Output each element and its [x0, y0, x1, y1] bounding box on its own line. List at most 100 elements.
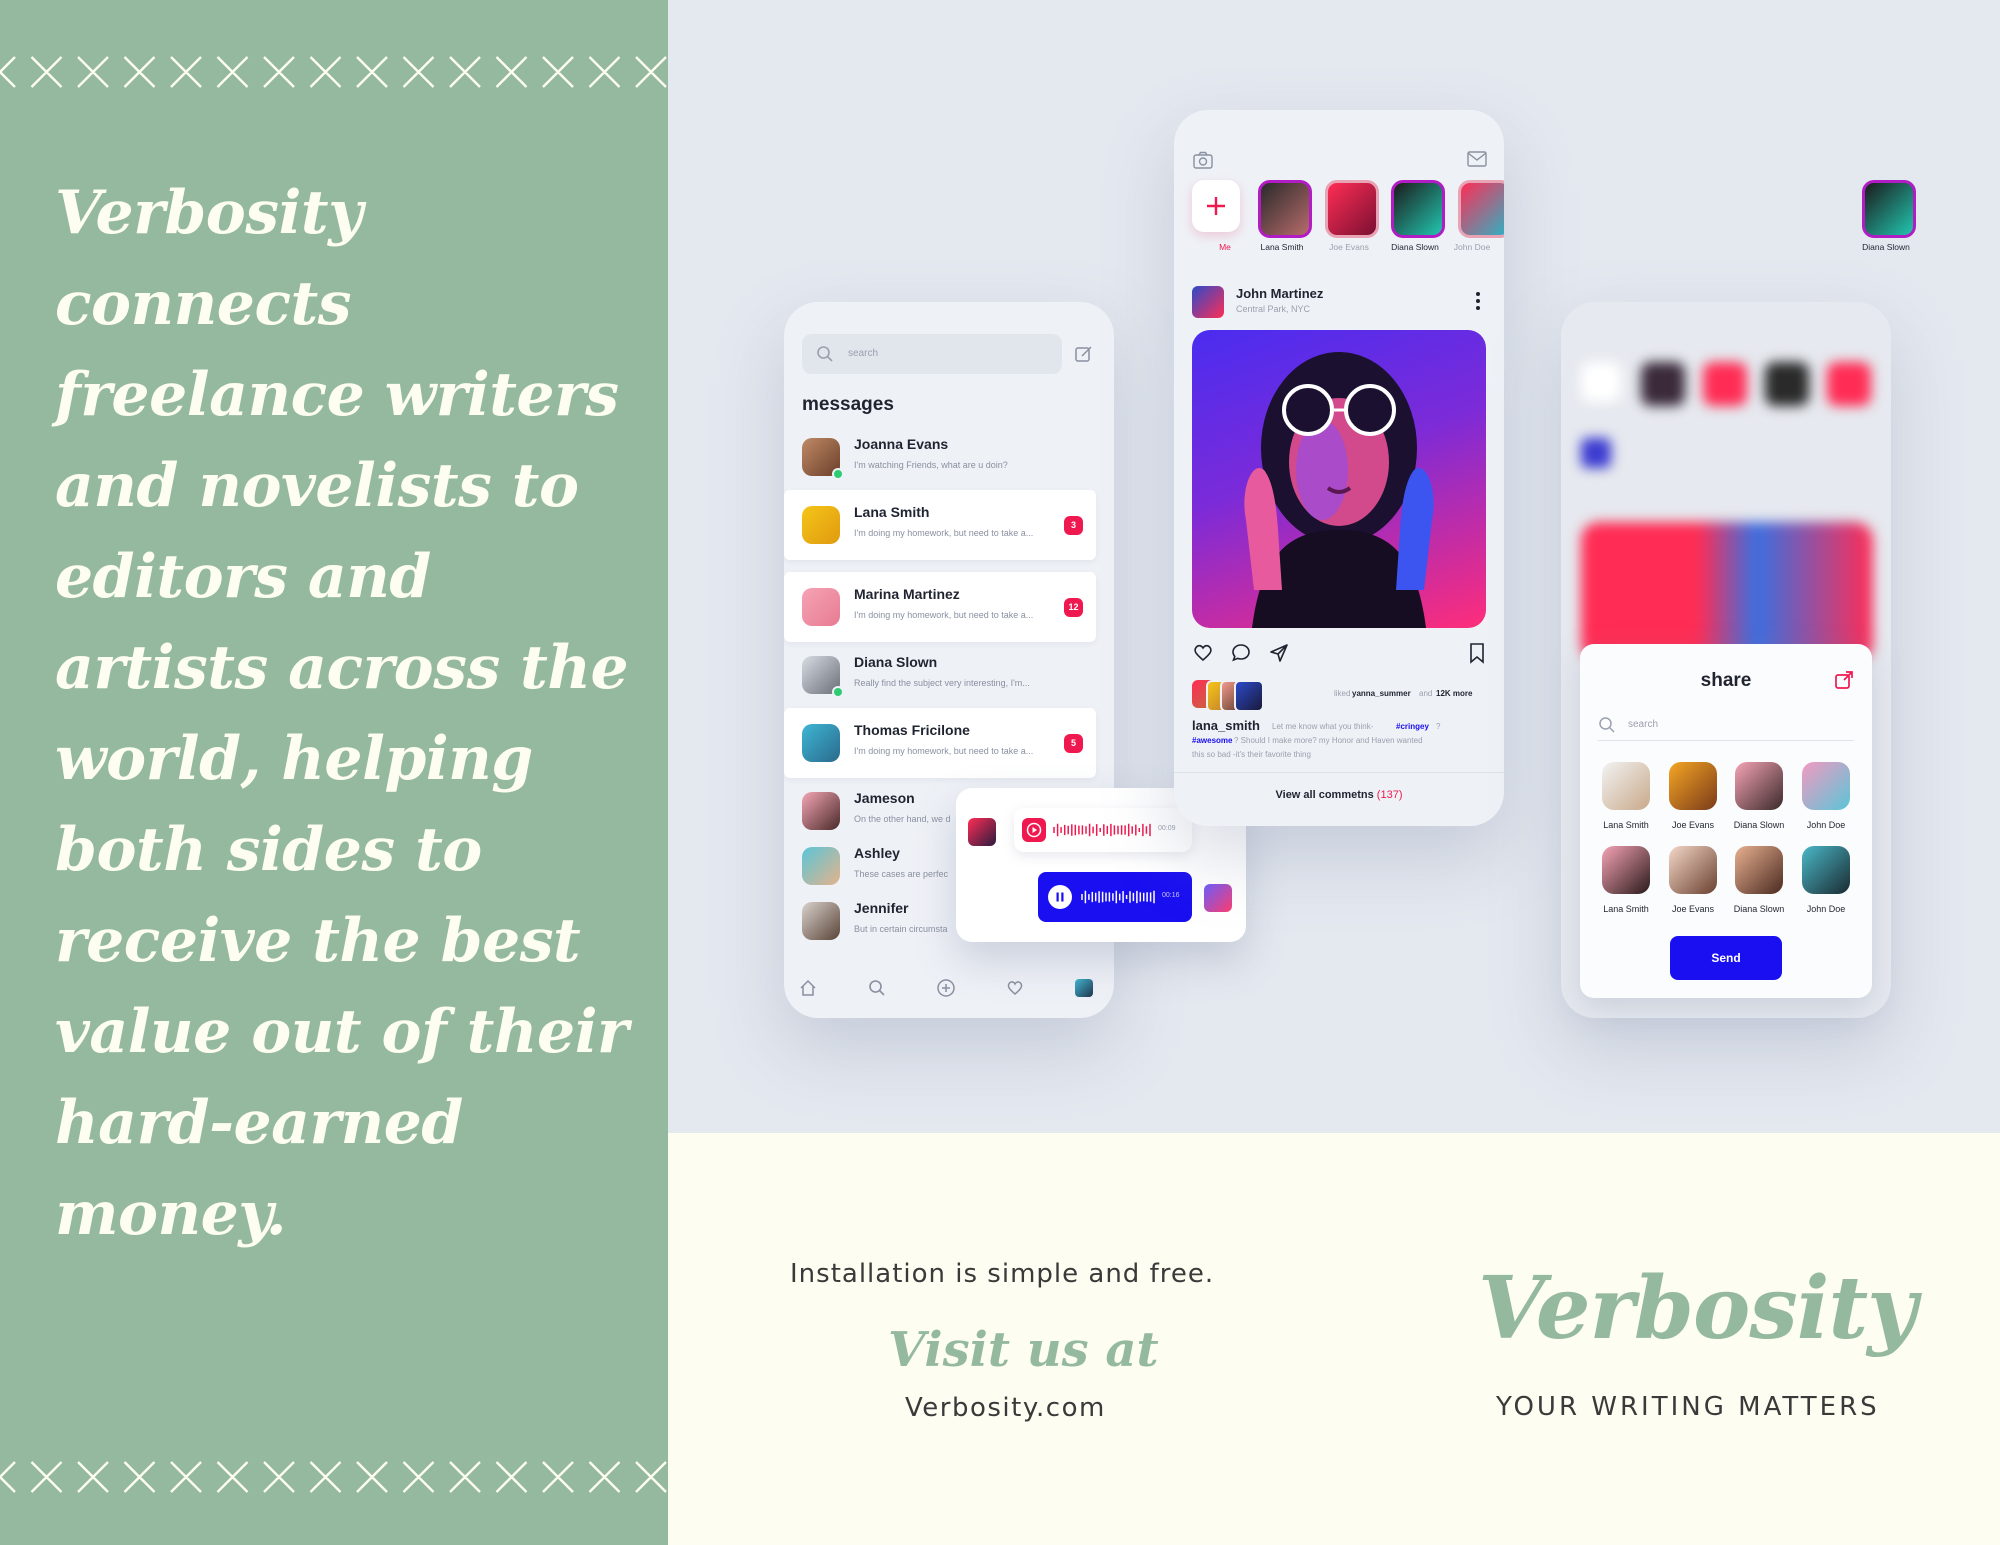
- view-comments-label: View all commetns: [1275, 789, 1374, 801]
- liked-prefix: liked: [1334, 689, 1351, 698]
- story-avatar[interactable]: [1258, 180, 1312, 238]
- author-avatar[interactable]: [1192, 286, 1224, 318]
- external-link-icon[interactable]: [1834, 670, 1854, 690]
- brand-logo: Verbosity: [1478, 1258, 1917, 1359]
- conversation-row[interactable]: Diana Slown Really find the subject very…: [784, 640, 1096, 710]
- contact-name: Ashley: [854, 845, 900, 861]
- caption-hashtag[interactable]: #awesome: [1192, 736, 1232, 745]
- comment-icon[interactable]: [1230, 642, 1252, 664]
- divider: [1174, 772, 1504, 773]
- sent-voice-bubble[interactable]: 00:16: [1038, 872, 1192, 922]
- post-image[interactable]: [1192, 330, 1486, 628]
- contact-name: John Doe: [1806, 820, 1846, 830]
- liked-by-avatars: [1192, 680, 1272, 712]
- online-indicator: [832, 686, 844, 698]
- more-options-icon[interactable]: [1474, 290, 1482, 312]
- search-icon: [817, 346, 833, 362]
- caption-hashtag[interactable]: #cringey: [1396, 722, 1429, 731]
- story-avatar[interactable]: [1325, 180, 1379, 238]
- like-icon[interactable]: [1192, 642, 1214, 662]
- contact-avatar[interactable]: [1735, 762, 1783, 810]
- story-label: Joe Evans: [1329, 242, 1369, 252]
- story-avatar[interactable]: [1391, 180, 1445, 238]
- bookmark-icon[interactable]: [1468, 642, 1486, 664]
- cross-pattern-top: [0, 50, 668, 94]
- waveform-icon: [1081, 890, 1155, 904]
- app-mockup-showcase: search messages Joanna Evans I'm watchin…: [668, 0, 2000, 1133]
- avatar: [802, 847, 840, 885]
- contact-avatar[interactable]: [1802, 846, 1850, 894]
- message-preview: I'm doing my homework, but need to take …: [854, 746, 1034, 756]
- avatar: [968, 818, 996, 846]
- plus-icon: [1207, 197, 1225, 215]
- contact-avatar[interactable]: [1669, 762, 1717, 810]
- search-placeholder: search: [848, 348, 879, 359]
- caption-user[interactable]: lana_smith: [1192, 718, 1260, 733]
- profile-icon[interactable]: [1075, 979, 1093, 997]
- comments-count: (137): [1376, 789, 1403, 801]
- contact-name: Joe Evans: [1671, 820, 1715, 830]
- story-avatar[interactable]: [1458, 180, 1504, 238]
- send-icon[interactable]: [1268, 642, 1290, 664]
- heart-icon[interactable]: [1005, 978, 1025, 998]
- message-preview: I'm watching Friends, what are u doin?: [854, 460, 1008, 470]
- left-panel: Verbosity connects freelance writers and…: [0, 0, 668, 1545]
- portrait-illustration: [1244, 352, 1434, 628]
- avatar: [1204, 884, 1232, 912]
- send-button[interactable]: Send: [1670, 936, 1782, 980]
- tagline: Verbosity connects freelance writers and…: [55, 178, 629, 1249]
- voice-duration: 00:16: [1162, 892, 1180, 899]
- caption-text: ?: [1436, 722, 1441, 731]
- story-label: Diana Slown: [1391, 242, 1439, 252]
- website-link[interactable]: Verbosity.com: [905, 1393, 1106, 1423]
- conversation-row[interactable]: Joanna Evans I'm watching Friends, what …: [784, 422, 1096, 492]
- contact-avatar[interactable]: [1602, 846, 1650, 894]
- search-icon: [1599, 717, 1615, 733]
- install-note: Installation is simple and free.: [790, 1259, 1215, 1289]
- liked-user[interactable]: yanna_summer: [1352, 689, 1411, 698]
- avatar: [802, 902, 840, 940]
- share-title: share: [1700, 670, 1752, 691]
- story-label: Me: [1219, 242, 1231, 252]
- add-icon[interactable]: [936, 978, 956, 998]
- voice-duration: 00:09: [1158, 825, 1176, 832]
- blurred-feed-preview: [1561, 302, 1891, 662]
- pause-icon[interactable]: [1048, 885, 1072, 909]
- online-indicator: [832, 468, 844, 480]
- view-comments-link[interactable]: View all commetns (137): [1174, 780, 1504, 810]
- message-preview: But in certain circumsta: [854, 924, 948, 934]
- search-input[interactable]: search: [802, 334, 1062, 374]
- unread-badge: 5: [1064, 734, 1083, 753]
- search-icon[interactable]: [867, 978, 887, 998]
- compose-icon[interactable]: [1074, 344, 1094, 364]
- contact-avatar[interactable]: [1802, 762, 1850, 810]
- contact-name: Joanna Evans: [854, 436, 949, 452]
- avatar: [802, 588, 840, 626]
- camera-icon[interactable]: [1192, 150, 1214, 170]
- home-icon[interactable]: [798, 978, 818, 998]
- story-label: Lana Smith: [1260, 242, 1304, 252]
- liked-more: 12K more: [1436, 689, 1473, 698]
- contact-name: Lana Smith: [854, 504, 930, 520]
- contact-name: Diana Slown: [1733, 820, 1785, 830]
- caption-text: this so bad -it's their favorite thing: [1192, 750, 1311, 759]
- contact-avatar[interactable]: [1602, 762, 1650, 810]
- post-author[interactable]: John Martinez: [1236, 286, 1323, 301]
- received-voice-bubble[interactable]: 00:09: [1014, 808, 1192, 852]
- play-icon[interactable]: [1022, 818, 1046, 842]
- conversation-row[interactable]: Lana Smith I'm doing my homework, but ne…: [784, 490, 1096, 560]
- unread-badge: 3: [1064, 516, 1083, 535]
- share-search-input[interactable]: search: [1598, 710, 1854, 741]
- conversation-row[interactable]: Thomas Fricilone I'm doing my homework, …: [784, 708, 1096, 778]
- share-sheet: share search Lana Smith Joe Evans Diana …: [1580, 644, 1872, 998]
- conversation-row[interactable]: Marina Martinez I'm doing my homework, b…: [784, 572, 1096, 642]
- mail-icon[interactable]: [1466, 150, 1488, 168]
- avatar: [802, 792, 840, 830]
- caption-text: Let me know what you think-: [1272, 722, 1374, 731]
- contact-name: Lana Smith: [1603, 820, 1649, 830]
- contact-avatar[interactable]: [1735, 846, 1783, 894]
- story-avatar[interactable]: [1862, 180, 1916, 238]
- contact-avatar[interactable]: [1669, 846, 1717, 894]
- add-story-button[interactable]: [1192, 180, 1240, 232]
- contact-name: Jennifer: [854, 900, 909, 916]
